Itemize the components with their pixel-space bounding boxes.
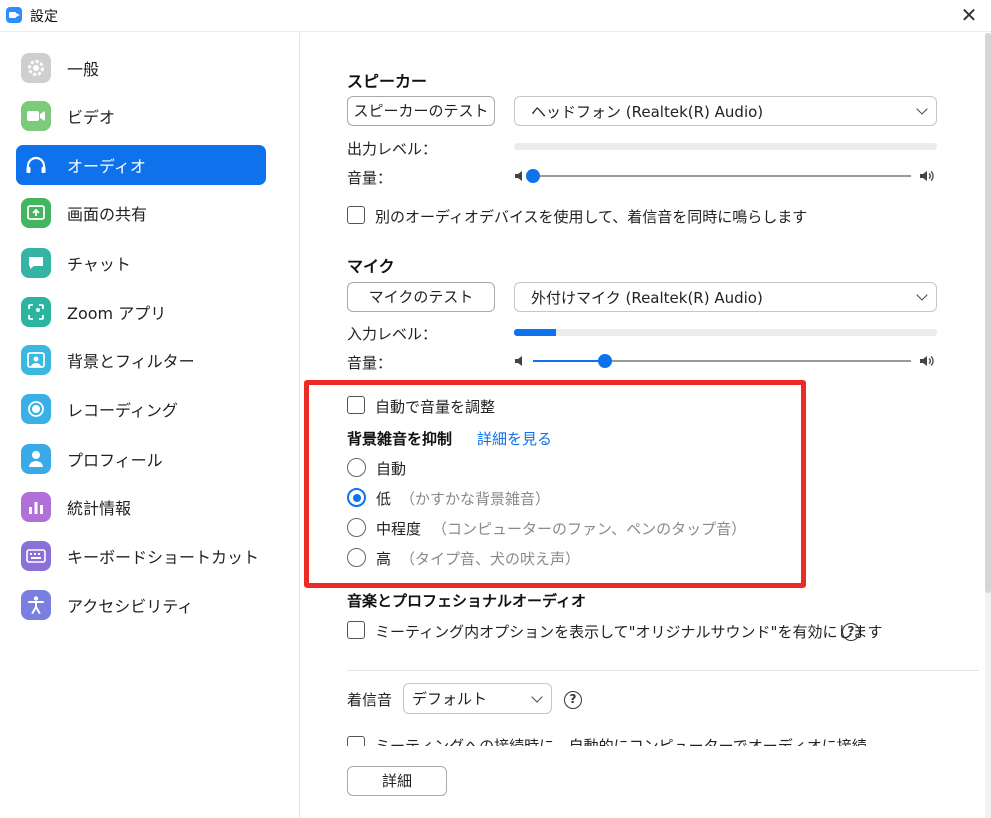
volume-high-icon [920,171,934,181]
auto-join-label: ミーティングへの接続時に、自動的にコンピューターでオーディオに接続 [375,737,867,746]
sidebar-item-statistics[interactable]: 統計情報 [16,487,266,527]
sidebar-item-label: ビデオ [67,108,116,127]
ringtone-label: 着信音 [347,691,393,709]
speaker-device-value: ヘッドフォン (Realtek(R) Audio) [531,102,764,121]
advanced-button[interactable]: 詳細 [347,766,447,796]
sidebar-item-label: 統計情報 [67,499,132,518]
mic-device-value: 外付けマイク (Realtek(R) Audio) [531,288,763,307]
sidebar-item-profile[interactable]: プロフィール [16,439,266,479]
sidebar-item-background[interactable]: 背景とフィルター [16,340,266,380]
noise-option-note: （かすかな背景雑音） [400,490,551,508]
close-icon[interactable]: ✕ [957,3,981,27]
sidebar-item-label: キーボードショートカット [67,548,260,567]
speaker-volume-knob[interactable] [526,169,540,183]
mic-device-select[interactable]: 外付けマイク (Realtek(R) Audio) [514,282,937,312]
mic-volume-label: 音量： [347,354,393,372]
profile-icon [21,444,51,474]
noise-option-label: 低 [376,490,392,508]
sidebar-item-accessibility[interactable]: アクセシビリティ [16,585,266,625]
noise-option-label: 自動 [376,460,407,478]
mic-volume-fill [533,360,605,362]
sidebar-item-label: アクセシビリティ [67,597,194,616]
original-sound-checkbox[interactable] [347,621,365,639]
sidebar: 一般 ビデオ オーディオ 画面の共有 チャット Zoom アプリ 背景とフィルタ… [0,33,300,818]
window-title: 設定 [30,9,58,25]
music-section-title: 音楽とプロフェショナルオーディオ [347,592,586,610]
ringtone-value: デフォルト [412,690,488,708]
sidebar-item-video[interactable]: ビデオ [16,96,266,136]
noise-suppression-title: 背景雑音を抑制 [347,430,453,448]
share-screen-icon [21,198,51,228]
input-level-fill [514,329,557,336]
sidebar-item-recording[interactable]: レコーディング [16,389,266,429]
separate-device-checkbox[interactable] [347,206,365,224]
sidebar-item-label: 背景とフィルター [67,352,195,371]
output-level-label: 出力レベル： [347,140,438,158]
sidebar-item-general[interactable]: 一般 [16,48,266,88]
recording-icon [21,394,51,424]
ringtone-select[interactable]: デフォルト [403,683,552,714]
sidebar-item-label: チャット [67,255,131,274]
volume-high-icon [920,356,934,366]
chevron-down-icon [531,690,543,703]
learn-more-link[interactable]: 詳細を見る [477,428,552,449]
noise-option-label: 高 [376,550,392,568]
sidebar-item-share-screen[interactable]: 画面の共有 [16,193,266,233]
mic-volume-knob[interactable] [597,354,612,368]
sidebar-item-label: レコーディング [67,401,178,420]
zoom-app-icon [6,7,22,23]
noise-option-label: 中程度 [376,520,422,538]
chat-icon [21,248,51,278]
scrollbar-thumb[interactable] [985,33,991,593]
volume-low-icon [515,171,522,181]
noise-option-note: （コンピューターのファン、ペンのタップ音） [432,520,747,538]
chevron-down-icon [916,289,928,301]
test-speaker-button[interactable]: スピーカーのテスト [347,96,495,126]
title-bar: 設定 ✕ [0,0,991,32]
separate-device-label: 別のオーディオデバイスを使用して、着信音を同時に鳴らします [375,208,808,226]
auto-adjust-checkbox[interactable] [347,396,365,414]
sidebar-item-audio[interactable]: オーディオ [16,145,266,185]
auto-join-checkbox[interactable] [347,736,365,746]
auto-adjust-label: 自動で音量を調整 [375,398,496,416]
speaker-device-select[interactable]: ヘッドフォン (Realtek(R) Audio) [514,96,937,126]
noise-radio-low[interactable] [347,488,366,507]
background-icon [21,345,51,375]
divider [347,670,979,671]
noise-radio-high[interactable] [347,548,366,567]
speaker-volume-label: 音量： [347,169,393,187]
speaker-volume-slider[interactable] [526,169,911,183]
accessibility-icon [21,590,51,620]
auto-join-row: ミーティングへの接続時に、自動的にコンピューターでオーディオに接続 [340,732,940,746]
sidebar-item-label: プロフィール [67,451,163,470]
noise-radio-medium[interactable] [347,518,366,537]
sidebar-item-label: オーディオ [67,157,146,176]
sidebar-item-label: Zoom アプリ [67,304,167,323]
video-icon [21,101,51,131]
apps-icon [21,297,51,327]
noise-option-note: （タイプ音、犬の吠え声） [400,550,581,568]
input-level-label: 入力レベル： [347,325,438,343]
noise-radio-auto[interactable] [347,458,366,477]
sidebar-item-chat[interactable]: チャット [16,243,266,283]
gear-icon [21,53,51,83]
test-mic-button[interactable]: マイクのテスト [347,282,495,312]
chevron-down-icon [916,103,928,115]
output-level-meter [514,143,937,150]
volume-low-icon [515,356,522,366]
headphones-icon [21,150,51,180]
sidebar-item-keyboard-shortcuts[interactable]: キーボードショートカット [16,536,266,576]
input-level-meter [514,329,937,336]
speaker-section-title: スピーカー [347,72,428,91]
keyboard-icon [21,541,51,571]
help-icon[interactable]: ? [564,691,582,709]
sidebar-item-zoom-apps[interactable]: Zoom アプリ [16,292,266,332]
statistics-icon [21,492,51,522]
sidebar-item-label: 一般 [67,60,100,79]
sidebar-item-label: 画面の共有 [67,205,148,224]
original-sound-label: ミーティング内オプションを表示して"オリジナルサウンド"を有効にします [375,623,883,641]
mic-section-title: マイク [347,257,395,276]
mic-volume-slider[interactable] [533,354,911,368]
help-icon[interactable]: ? [842,623,860,641]
